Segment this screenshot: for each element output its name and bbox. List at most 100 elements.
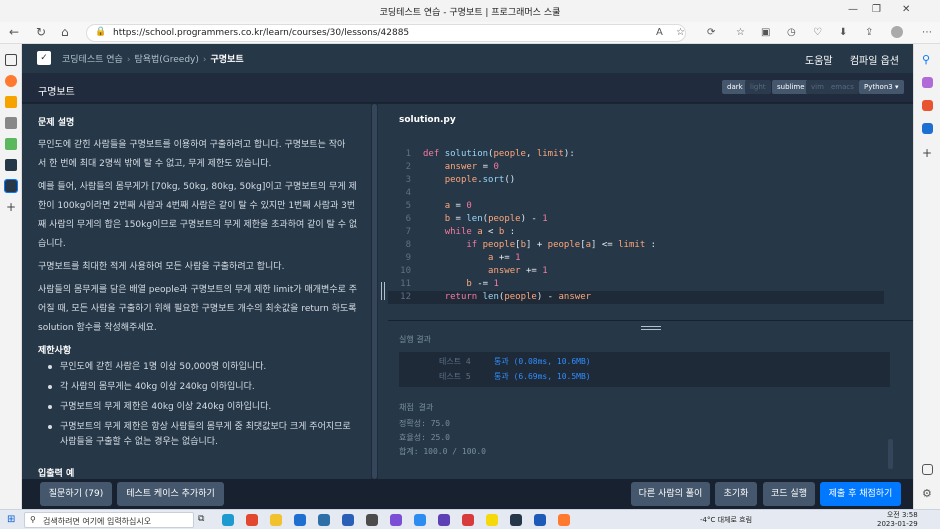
paragraph-line: 예를 들어, 사람들의 몸무게가 [70kg, 50kg, 80kg, 50kg… (38, 182, 357, 192)
outlook-icon[interactable] (922, 123, 933, 134)
store-app-icon[interactable] (294, 514, 306, 526)
constraint-item: 구명보트의 무게 제한은 40kg 이상 240kg 이하입니다. (48, 398, 360, 417)
home-icon[interactable]: ⌂ (61, 25, 69, 39)
result-pane: 실행 결과 테스트 4 통과 (0.08ms, 10.6MB) 테스트 5 통과 (… (388, 334, 913, 479)
drag-handle-icon[interactable] (381, 282, 385, 300)
office-icon[interactable] (922, 100, 933, 111)
new-tab-icon[interactable]: + (5, 201, 17, 213)
taskbar-search-input[interactable]: ⚲ 검색하려면 여기에 입력하십시오 (24, 512, 194, 528)
section-title: 문제 설명 (38, 118, 75, 128)
pane-splitter[interactable] (378, 104, 388, 479)
favorites-icon[interactable]: ☆ (736, 27, 745, 38)
code-line[interactable]: 2 answer = 0 (388, 161, 884, 174)
code-line[interactable]: 5 a = 0 (388, 200, 884, 213)
maximize-icon[interactable]: ❐ (872, 4, 881, 15)
code-line[interactable]: 10 answer += 1 (388, 265, 884, 278)
tab-favicon-icon[interactable] (5, 117, 17, 129)
collections-icon[interactable]: ▣ (761, 27, 770, 38)
back-icon[interactable]: ← (9, 25, 19, 39)
more-icon[interactable]: ⋯ (922, 27, 932, 38)
drag-handle-icon[interactable] (641, 326, 661, 330)
browser-essentials-icon[interactable]: ♡ (813, 27, 822, 38)
downloads-icon[interactable]: ⬇ (839, 27, 847, 38)
refresh-icon[interactable]: ↻ (36, 25, 46, 39)
compile-options-link[interactable]: 컴파일 옵션 (850, 56, 899, 67)
test-name: 테스트 4 (439, 357, 471, 366)
programmers-logo[interactable]: ✓ (37, 51, 51, 65)
result-scrollbar-thumb[interactable] (888, 439, 893, 469)
mail-app-icon[interactable] (318, 514, 330, 526)
tools-icon[interactable] (922, 77, 933, 88)
tab-favicon-icon[interactable] (4, 179, 18, 193)
editor-scrollbar[interactable] (885, 136, 913, 320)
add-sidebar-icon[interactable]: + (922, 147, 933, 159)
app-icon[interactable] (558, 514, 570, 526)
keymap-sublime-toggle[interactable]: sublime (772, 80, 810, 94)
app-icon[interactable] (462, 514, 474, 526)
other-solutions-button[interactable]: 다른 사람의 풀이 (631, 482, 710, 506)
bullet-icon (48, 405, 52, 409)
windows-start-icon[interactable]: ⊞ (7, 514, 15, 525)
editor-result-splitter[interactable] (388, 320, 913, 334)
ask-question-button[interactable]: 질문하기 (79) (40, 482, 112, 506)
word-app-icon[interactable] (534, 514, 546, 526)
app-icon[interactable] (390, 514, 402, 526)
code-editor[interactable]: 1 def solution(people, limit): 2 answer =… (388, 136, 913, 320)
tab-favicon-icon[interactable] (5, 138, 17, 150)
breadcrumb-item[interactable]: 탐욕법(Greedy) (134, 55, 198, 65)
settings-icon[interactable]: ⚙ (922, 488, 933, 499)
theme-light-toggle[interactable]: light (745, 80, 771, 94)
code-line-active[interactable]: 12 return len(people) - answer (388, 291, 884, 304)
code-line[interactable]: 4 (388, 187, 884, 200)
explorer-app-icon[interactable] (270, 514, 282, 526)
code-line[interactable]: 6 b = len(people) - 1 (388, 213, 884, 226)
chrome-app-icon[interactable] (246, 514, 258, 526)
add-test-case-button[interactable]: 테스트 케이스 추가하기 (117, 482, 224, 506)
app-icon[interactable] (438, 514, 450, 526)
code-line[interactable]: 11 b -= 1 (388, 278, 884, 291)
kakaotalk-app-icon[interactable] (486, 514, 498, 526)
app-icon[interactable] (342, 514, 354, 526)
code-line[interactable]: 7 while a < b : (388, 226, 884, 239)
edge-app-icon[interactable] (222, 514, 234, 526)
task-view-icon[interactable]: ⧉ (198, 514, 204, 524)
description-scrollbar[interactable] (371, 104, 378, 479)
scrollbar-thumb[interactable] (372, 104, 377, 479)
read-aloud-icon[interactable]: A (656, 27, 663, 38)
line-number: 8 (405, 240, 411, 250)
constraint-text: 사람들을 구출할 수 없는 경우는 없습니다. (60, 437, 218, 447)
reset-button[interactable]: 초기화 (715, 482, 757, 506)
help-link[interactable]: 도움말 (805, 56, 833, 67)
submit-button[interactable]: 제출 후 채점하기 (820, 482, 901, 506)
tab-actions-icon[interactable] (5, 54, 17, 66)
minimize-icon[interactable]: — (848, 4, 858, 15)
code-line[interactable]: 9 a += 1 (388, 252, 884, 265)
line-number: 2 (405, 162, 411, 172)
app-icon[interactable] (366, 514, 378, 526)
code-line[interactable]: 3 people.sort() (388, 174, 884, 187)
profile-avatar[interactable] (891, 26, 903, 38)
tab-favicon-icon[interactable] (5, 96, 17, 108)
keymap-emacs-toggle[interactable]: emacs (826, 80, 859, 94)
search-icon[interactable]: ⚲ (922, 54, 933, 65)
app-icon[interactable] (510, 514, 522, 526)
run-code-button[interactable]: 코드 실행 (763, 482, 815, 506)
code-line[interactable]: 8 if people[b] + people[a] <= limit : (388, 239, 884, 252)
close-icon[interactable]: ✕ (902, 4, 910, 15)
share-icon[interactable]: ⇪ (865, 27, 873, 38)
url-input[interactable]: 🔒 https://school.programmers.co.kr/learn… (86, 24, 686, 42)
tab-favicon-icon[interactable] (5, 75, 17, 87)
breadcrumb: 코딩테스트 연습 › 탐욕법(Greedy) › 구명보트 (62, 55, 244, 65)
taskbar-clock[interactable]: 오전 3:58 2023-01-29 (877, 511, 918, 529)
tab-favicon-icon[interactable] (5, 159, 17, 171)
breadcrumb-item[interactable]: 코딩테스트 연습 (62, 55, 123, 65)
language-select[interactable]: Python3 ▾ (859, 80, 904, 94)
code-line[interactable]: 1 def solution(people, limit): (388, 148, 884, 161)
theme-dark-toggle[interactable]: dark (722, 80, 748, 94)
sidebar-toggle-icon[interactable] (922, 464, 933, 475)
app-icon[interactable] (414, 514, 426, 526)
favorite-add-icon[interactable]: ☆ (676, 27, 685, 38)
extension-icon[interactable]: ⟳ (707, 27, 715, 38)
history-icon[interactable]: ◷ (787, 27, 796, 38)
weather-status[interactable]: -4°C 대체로 흐림 (700, 515, 752, 525)
